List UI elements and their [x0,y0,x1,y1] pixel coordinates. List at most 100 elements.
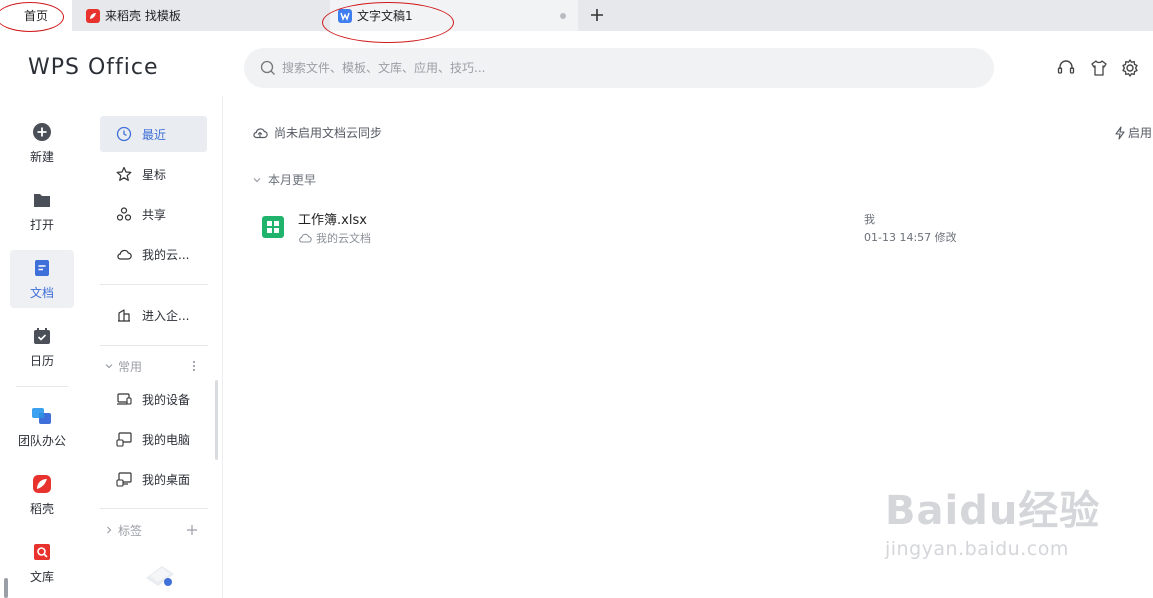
writer-doc-icon [338,8,352,23]
snav-separator [100,284,208,285]
tab-bar: 首页 来稻壳 找模板 文字文稿1 [0,0,1153,43]
snav-starred[interactable]: 星标 [100,156,207,192]
nav-open[interactable]: 打开 [10,182,74,240]
file-row[interactable]: 工作簿.xlsx 我的云文档 我 01-13 14:57 修改 [250,204,1130,250]
group-header-earlier-this-month[interactable]: 本月更早 [252,171,316,188]
daoke-icon [33,474,51,493]
snav-tags-title: 标签 [118,523,143,538]
snav-enterprise-label: 进入企... [142,308,190,323]
nav-new[interactable]: 新建 [10,114,74,172]
device-icon [117,393,132,405]
snav-my-cloud[interactable]: 我的云... [100,236,207,272]
share-icon [116,207,132,221]
cloud-icon [299,233,312,243]
snav-separator [100,508,208,509]
snav-common-title: 常用 [118,359,143,374]
snav-recent-label: 最近 [142,127,167,142]
more-vertical-icon[interactable] [192,360,196,372]
daoke-icon [86,8,100,23]
nav-open-label: 打开 [29,217,54,232]
file-name[interactable]: 工作簿.xlsx [298,209,367,228]
snav-shared[interactable]: 共享 [100,196,207,232]
library-icon [34,543,50,560]
baidu-jingyan-watermark: Baidu经验 jingyan.baidu.com [885,478,1100,560]
headset-icon[interactable] [1056,58,1076,78]
snav-my-desktop[interactable]: 我的桌面 [100,461,207,497]
snav-recent[interactable]: 最近 [100,116,207,152]
tab-document[interactable]: 文字文稿1 [330,0,578,31]
nav-daoke[interactable]: 稻壳 [10,466,74,524]
nav-calendar[interactable]: 日历 [10,318,74,376]
nav-daoke-label: 稻壳 [29,501,54,516]
watermark-main-text: Baidu经验 [885,488,1101,534]
wps-office-logo: WPS Office [28,55,159,80]
nav-documents-label: 文档 [29,285,54,300]
building-icon [118,309,130,322]
file-location: 我的云文档 [298,230,371,246]
document-icon [35,259,49,276]
chevron-down-icon [253,177,261,182]
snav-common-section[interactable]: 常用 [104,356,204,376]
file-owner: 我 [864,213,875,226]
search-input[interactable] [282,61,922,75]
desktop-icon [116,472,132,487]
snav-tags-section[interactable]: 标签 [104,520,204,540]
plus-circle-icon [33,122,51,141]
nav-library-label: 文库 [29,569,54,584]
new-tab-plus-icon[interactable] [586,4,608,26]
nav-team-office-label: 团队办公 [17,433,66,448]
tab-close-dot-icon[interactable] [560,13,566,19]
wps-home-window: 首页 来稻壳 找模板 文字文稿1 WPS Office 搜索文件、模板、文库、应… [0,0,1153,598]
enable-sync-label: 启用 [1128,126,1153,140]
watermark-sub-text: jingyan.baidu.com [885,538,1069,560]
snav-shared-label: 共享 [142,207,167,222]
chevron-right-icon [107,526,112,534]
search-bar[interactable] [244,48,994,88]
tab-daoke-templates[interactable]: 来稻壳 找模板 [74,0,318,31]
cloud-sync-text: 尚未启用文档云同步 [274,126,383,140]
nav-new-label: 新建 [29,149,54,164]
nav-separator [16,386,68,387]
empty-tags-illustration [144,558,176,588]
snav-my-desktop-label: 我的桌面 [142,472,191,487]
file-modified-time: 01-13 14:57 修改 [864,231,957,244]
enable-sync-link[interactable]: 启用 [1114,124,1152,141]
lightning-icon [1115,125,1125,140]
cloud-sync-notice[interactable]: 尚未启用文档云同步 [252,124,382,141]
cloud-icon [117,249,132,260]
clock-icon [116,126,132,142]
snav-starred-label: 星标 [142,167,167,182]
star-icon [116,166,132,181]
file-location-text: 我的云文档 [316,232,371,245]
snav-enterprise[interactable]: 进入企... [100,297,207,333]
snav-my-device[interactable]: 我的设备 [100,381,207,417]
search-icon [260,60,275,75]
skin-shirt-icon[interactable] [1089,58,1109,78]
chevron-down-icon [105,364,113,369]
tab-home-label: 首页 [23,9,48,23]
calendar-icon [34,327,50,344]
snav-my-computer-label: 我的电脑 [142,432,191,447]
snav-separator [100,345,208,346]
secondary-nav-scrollbar[interactable] [215,380,218,460]
nav-library[interactable]: 文库 [10,534,74,592]
snav-my-device-label: 我的设备 [142,392,191,407]
nav-calendar-label: 日历 [29,353,54,368]
tab-daoke-label: 来稻壳 找模板 [105,9,181,23]
snav-my-cloud-label: 我的云... [142,247,190,262]
tab-document-label: 文字文稿1 [357,9,413,23]
team-icon [32,407,51,424]
tab-home[interactable]: 首页 [0,0,72,31]
xlsx-spreadsheet-icon [262,216,284,238]
left-nav-scrollbar[interactable] [4,578,8,598]
cloud-sync-icon [253,127,268,138]
add-tag-plus-icon[interactable] [186,524,198,536]
snav-my-computer[interactable]: 我的电脑 [100,421,207,457]
folder-icon [34,193,50,207]
settings-gear-icon[interactable] [1120,58,1140,78]
computer-icon [116,432,132,447]
nav-team-office[interactable]: 团队办公 [10,398,74,456]
nav-documents[interactable]: 文档 [10,250,74,308]
group-header-label: 本月更早 [268,173,317,187]
content-divider [222,96,223,598]
